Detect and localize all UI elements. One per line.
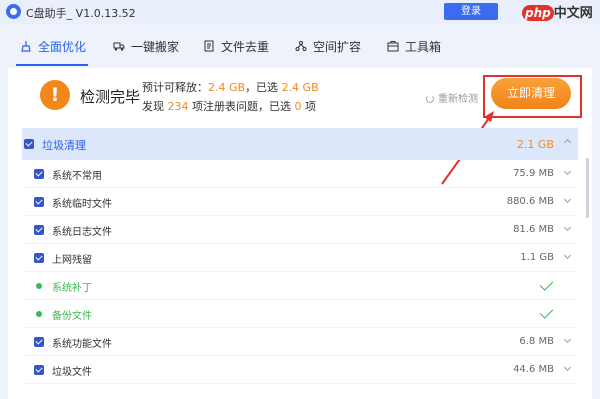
- free-amount: 2.4 GB: [208, 81, 246, 94]
- registry-selected: 0: [294, 100, 302, 113]
- item-checkbox[interactable]: [34, 337, 44, 347]
- login-button[interactable]: 登录: [444, 3, 498, 20]
- scrollbar[interactable]: [586, 68, 592, 399]
- chevron-down-icon[interactable]: [563, 223, 572, 232]
- tab-full-optimize[interactable]: 全面优化: [20, 36, 86, 56]
- tab-label: 一键搬家: [131, 39, 180, 54]
- registry-mid: 项注册表问题，已选: [192, 100, 291, 113]
- expand-icon: [295, 40, 307, 52]
- main-tabs: 全面优化 一键搬家 文件去重 空间扩容 工具箱: [0, 24, 600, 68]
- checkmark-icon: [539, 277, 554, 291]
- document-icon: [203, 40, 215, 52]
- selected-amount: 2.4 GB: [281, 81, 319, 94]
- clean-now-button[interactable]: 立即清理: [491, 78, 571, 109]
- tab-dedupe[interactable]: 文件去重: [203, 36, 269, 56]
- tab-label: 全面优化: [38, 39, 87, 54]
- app-logo-icon: [6, 4, 21, 19]
- category-label: 垃圾清理: [42, 139, 86, 152]
- item-label: 上网残留: [52, 255, 92, 266]
- item-size: 1.1 GB: [520, 252, 554, 263]
- registry-line: 发现 234 项注册表问题，已选 0 项: [142, 98, 316, 114]
- scrollbar-thumb[interactable]: [586, 158, 589, 218]
- list-item[interactable]: 备份文件: [22, 300, 578, 328]
- tab-one-click-move[interactable]: 一键搬家: [113, 36, 179, 56]
- item-label: 垃圾文件: [52, 367, 92, 378]
- chevron-down-icon[interactable]: [563, 167, 572, 176]
- list-item[interactable]: 垃圾文件 44.6 MB: [22, 356, 578, 384]
- registry-prefix: 发现: [142, 100, 164, 113]
- item-checkbox[interactable]: [34, 225, 44, 235]
- item-size: 880.6 MB: [506, 196, 554, 207]
- category-size: 2.1 GB: [516, 138, 554, 151]
- refresh-icon: [426, 95, 434, 103]
- item-label: 系统补丁: [52, 283, 92, 294]
- category-header-junk[interactable]: 垃圾清理 2.1 GB: [22, 128, 578, 160]
- chevron-up-icon[interactable]: [563, 138, 572, 147]
- chevron-down-icon[interactable]: [563, 335, 572, 344]
- broom-icon: [20, 40, 32, 52]
- tab-expand-space[interactable]: 空间扩容: [295, 36, 361, 56]
- checkmark-icon: [539, 305, 554, 319]
- list-item[interactable]: 系统功能文件 6.8 MB: [22, 328, 578, 356]
- list-item[interactable]: 上网残留 1.1 GB: [22, 244, 578, 272]
- registry-suffix: 项: [305, 100, 316, 113]
- rescan-label: 重新检测: [438, 94, 478, 105]
- cleanup-list: 垃圾清理 2.1 GB 系统不常用 75.9 MB 系统临时文件 880.6 M…: [22, 128, 578, 399]
- item-checkbox[interactable]: [34, 365, 44, 375]
- item-checkbox[interactable]: [34, 197, 44, 207]
- tab-label: 空间扩容: [313, 39, 362, 54]
- watermark: php 中文网: [522, 2, 598, 22]
- chevron-down-icon[interactable]: [563, 363, 572, 372]
- title-bar: C盘助手_ V1.0.13.52 登录 php 中文网: [0, 0, 600, 24]
- status-dot: [36, 283, 42, 289]
- app-title: C盘助手_ V1.0.13.52: [26, 7, 136, 20]
- chevron-down-icon[interactable]: [563, 195, 572, 204]
- item-label: 备份文件: [52, 311, 92, 322]
- list-item[interactable]: 系统日志文件 81.6 MB: [22, 216, 578, 244]
- item-label: 系统临时文件: [52, 199, 112, 210]
- item-label: 系统不常用: [52, 171, 102, 182]
- item-checkbox[interactable]: [34, 169, 44, 179]
- active-tab-indicator: [16, 64, 88, 66]
- rescan-button[interactable]: 重新检测: [426, 90, 478, 105]
- tab-toolbox[interactable]: 工具箱: [387, 36, 441, 56]
- item-size: 75.9 MB: [513, 168, 554, 179]
- item-checkbox[interactable]: [34, 253, 44, 263]
- watermark-text: 中文网: [553, 6, 593, 21]
- free-mid: ，已选: [245, 81, 279, 94]
- item-size: 6.8 MB: [519, 336, 554, 347]
- list-item[interactable]: 系统不常用 75.9 MB: [22, 160, 578, 188]
- item-label: 系统功能文件: [52, 339, 112, 350]
- scan-status: 检测完毕: [80, 88, 141, 106]
- warning-icon: !: [40, 80, 70, 110]
- tab-label: 文件去重: [221, 39, 270, 54]
- list-item[interactable]: 系统补丁: [22, 272, 578, 300]
- status-dot: [36, 311, 42, 317]
- truck-icon: [113, 40, 125, 52]
- registry-count: 234: [167, 100, 189, 113]
- free-prefix: 预计可释放：: [142, 81, 208, 94]
- tab-label: 工具箱: [405, 39, 442, 54]
- list-item[interactable]: 系统临时文件 880.6 MB: [22, 188, 578, 216]
- item-size: 81.6 MB: [513, 224, 554, 235]
- free-space-line: 预计可释放：2.4 GB，已选 2.4 GB: [142, 79, 319, 95]
- item-size: 44.6 MB: [513, 364, 554, 375]
- item-label: 系统日志文件: [52, 227, 112, 238]
- main-panel: ! 检测完毕 预计可释放：2.4 GB，已选 2.4 GB 发现 234 项注册…: [8, 68, 592, 399]
- chevron-down-icon[interactable]: [563, 251, 572, 260]
- category-checkbox[interactable]: [24, 139, 34, 149]
- toolbox-icon: [387, 40, 399, 52]
- watermark-php: php: [522, 5, 554, 21]
